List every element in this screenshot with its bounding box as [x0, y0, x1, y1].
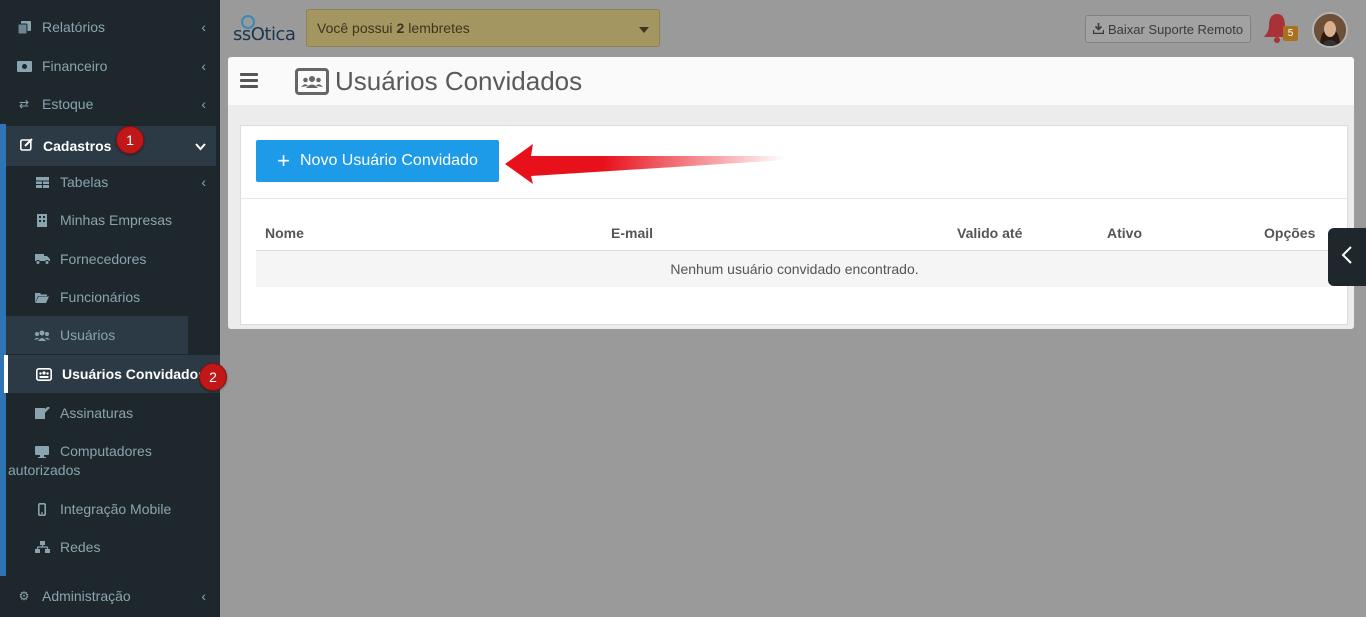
column-header-email[interactable]: E-mail [611, 225, 653, 241]
avatar[interactable] [1312, 12, 1348, 48]
sidebar-item-label: Usuários Convidados [62, 366, 206, 382]
sidebar-item-relatorios[interactable]: Relatórios ‹ [0, 8, 220, 46]
sidebar-item-label: Redes [60, 539, 101, 555]
sidebar-item-administracao[interactable]: ⚙ Administração ‹ [0, 577, 220, 615]
sidebar-item-label: Cadastros [43, 138, 112, 154]
annotation-arrow [505, 144, 785, 184]
control-sidebar-toggle[interactable] [1328, 228, 1366, 286]
sidebar-item-usuarios[interactable]: Usuários [6, 316, 188, 354]
chevron-left-icon: ‹ [201, 96, 206, 112]
step-badge-1: 1 [116, 126, 144, 154]
sidebar-item-computadores-autorizados[interactable]: Computadores autorizados [6, 436, 220, 486]
guest-users-icon [36, 367, 52, 381]
signature-icon [34, 407, 50, 419]
sidebar-item-estoque[interactable]: ⇄ Estoque ‹ [0, 85, 220, 123]
sidebar-item-assinaturas[interactable]: Assinaturas [6, 394, 220, 432]
sidebar-item-redes[interactable]: Redes [6, 528, 220, 566]
download-remote-support-button[interactable]: Baixar Suporte Remoto [1085, 15, 1251, 43]
column-header-opcoes: Opções [1264, 225, 1316, 241]
network-icon [34, 541, 50, 553]
edit-icon [20, 138, 33, 154]
mobile-icon [34, 502, 50, 516]
caret-down-icon [639, 27, 649, 33]
logo[interactable]: ssOtica [233, 24, 296, 45]
hamburger-menu-icon[interactable] [240, 73, 258, 89]
download-remote-support-label: Baixar Suporte Remoto [1107, 21, 1244, 37]
reminder-prefix: Você possui [317, 20, 393, 36]
download-icon [1092, 22, 1105, 37]
sidebar-item-label: Usuários [60, 327, 116, 343]
sidebar-item-funcionarios[interactable]: Funcionários [6, 278, 220, 316]
column-header-valido-ate[interactable]: Valido até [957, 225, 1022, 241]
panel-divider [240, 198, 1348, 199]
sidebar-item-label: Assinaturas [60, 405, 134, 421]
copy-icon [16, 20, 32, 34]
sidebar-item-fornecedores[interactable]: Fornecedores [6, 240, 220, 278]
sidebar-item-tabelas[interactable]: Tabelas ‹ [6, 163, 220, 201]
chevron-left-icon: ‹ [201, 174, 206, 190]
table-empty-row: Nenhum usuário convidado encontrado. [256, 251, 1333, 287]
chevron-left-icon: ‹ [201, 19, 206, 35]
guest-users-icon [295, 68, 329, 95]
sidebar-item-label: Administração [42, 588, 131, 604]
folder-open-icon [34, 292, 50, 303]
chevron-down-icon [195, 139, 206, 154]
sidebar-item-label: Financeiro [42, 58, 108, 74]
sidebar-item-label: Fornecedores [60, 251, 147, 267]
notification-count-badge: 5 [1283, 26, 1298, 41]
money-icon [16, 59, 32, 73]
chevron-left-icon: ‹ [201, 58, 206, 74]
building-icon [34, 213, 50, 227]
sidebar-item-label: Computadores [60, 443, 152, 459]
new-guest-user-button[interactable]: + Novo Usuário Convidado [256, 140, 499, 182]
chevron-left-icon [1341, 245, 1353, 270]
truck-icon [34, 253, 50, 265]
sidebar-item-label: Integração Mobile [60, 501, 172, 517]
sidebar-item-label: Minhas Empresas [60, 212, 173, 228]
page-title: Usuários Convidados [335, 66, 583, 96]
reminder-count: 2 [396, 20, 405, 36]
cogs-icon: ⚙ [18, 589, 30, 603]
sidebar-item-cadastros[interactable]: Cadastros [6, 126, 216, 166]
sidebar-item-minhas-empresas[interactable]: Minhas Empresas [6, 201, 220, 239]
chevron-left-icon: ‹ [201, 588, 206, 604]
exchange-icon: ⇄ [18, 97, 30, 111]
users-icon [34, 330, 50, 341]
reminders-dropdown[interactable]: Você possui 2 lembretes [306, 9, 660, 47]
desktop-icon [34, 445, 50, 458]
sidebar-item-financeiro[interactable]: Financeiro ‹ [0, 47, 220, 85]
table-icon [34, 176, 50, 188]
column-header-ativo[interactable]: Ativo [1107, 225, 1142, 241]
step-badge-2: 2 [199, 363, 227, 391]
new-guest-user-label: Novo Usuário Convidado [299, 152, 478, 169]
sidebar-item-label: Tabelas [60, 174, 109, 190]
sidebar-item-integracao-mobile[interactable]: Integração Mobile [6, 490, 220, 528]
sidebar-item-label: Relatórios [42, 19, 106, 35]
reminder-suffix: lembretes [408, 20, 470, 36]
sidebar-item-label: Funcionários [60, 289, 141, 305]
sidebar-item-usuarios-convidados[interactable]: Usuários Convidados [4, 355, 220, 393]
sidebar-item-label: Estoque [42, 96, 94, 112]
column-header-nome[interactable]: Nome [265, 225, 304, 241]
sidebar: Relatórios ‹ Financeiro ‹ ⇄ Estoque ‹ Ca… [0, 0, 227, 617]
sidebar-item-label-line2: autorizados [8, 462, 81, 478]
plus-icon: + [277, 148, 290, 173]
